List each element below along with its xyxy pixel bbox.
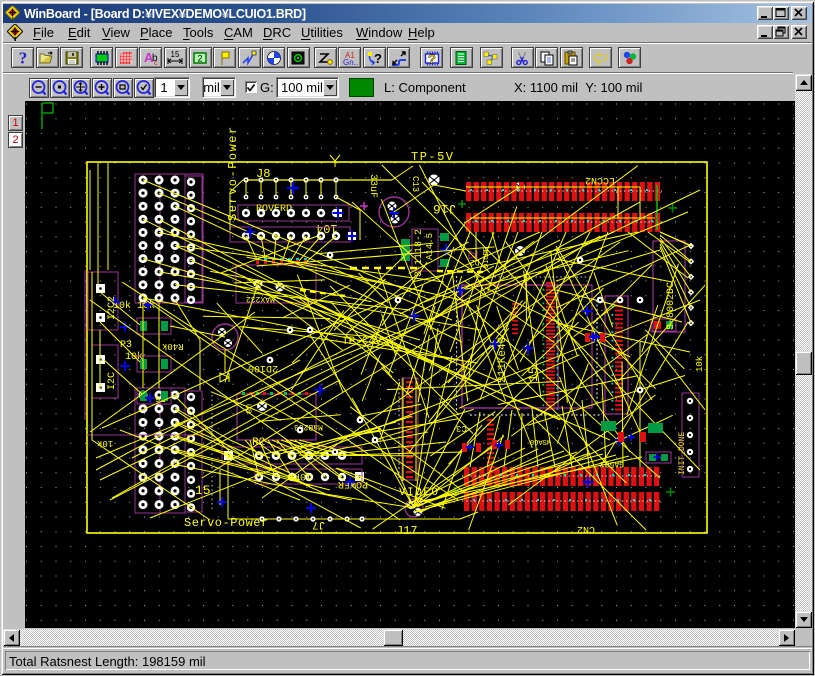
- svg-text:15: 15: [195, 483, 211, 498]
- svg-text:c: c: [154, 60, 158, 66]
- svg-text:?: ?: [374, 51, 382, 66]
- svg-text:WSAG0: WSAG0: [530, 437, 551, 445]
- svg-text:15: 15: [171, 50, 180, 59]
- svg-text:A14.5: A14.5: [425, 233, 435, 260]
- svg-text:33uF: 33uF: [367, 174, 378, 198]
- svg-text:R40k: R40k: [162, 341, 184, 351]
- svg-text:2: 2: [197, 53, 202, 63]
- svg-text:Servo-Power: Servo-Power: [226, 125, 240, 221]
- svg-text:J17: J17: [396, 524, 418, 538]
- svg-text:LCCN2: LCCN2: [585, 174, 615, 185]
- svg-text:?: ?: [18, 50, 27, 66]
- svg-text:C13: C13: [410, 176, 420, 192]
- svg-text:CN2: CN2: [577, 523, 595, 534]
- svg-text:I2C: I2C: [107, 372, 118, 390]
- svg-text:10k: 10k: [695, 356, 705, 372]
- svg-text:?: ?: [428, 51, 436, 66]
- svg-text:Gn..: Gn..: [343, 58, 358, 66]
- svg-text:C3: C3: [456, 423, 467, 433]
- svg-text:P3: P3: [120, 340, 132, 351]
- svg-text:2D100: 2D100: [248, 362, 278, 373]
- svg-text:Servo-Power: Servo-Power: [184, 516, 269, 530]
- svg-text:J7: J7: [312, 518, 325, 530]
- svg-text:TP-5V: TP-5V: [411, 150, 455, 164]
- svg-text:10k: 10k: [97, 438, 113, 448]
